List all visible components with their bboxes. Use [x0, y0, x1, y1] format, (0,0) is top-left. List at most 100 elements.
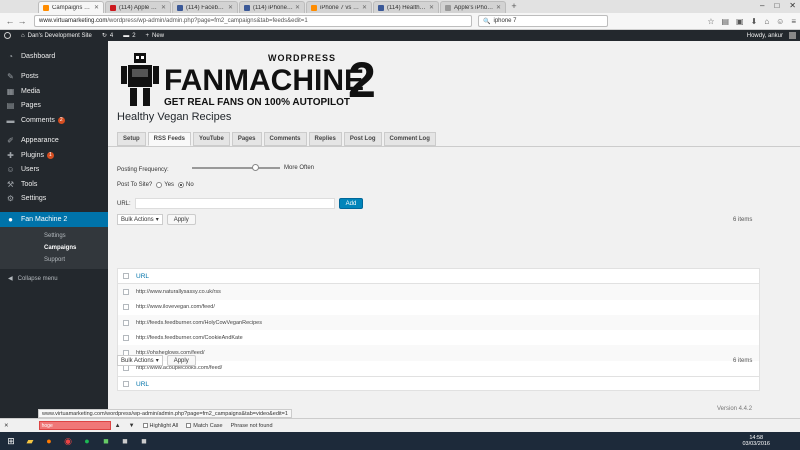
forward-icon[interactable]: → [16, 16, 28, 26]
back-icon[interactable]: ← [4, 16, 16, 26]
add-button[interactable]: Add [338, 198, 364, 209]
howdy-user[interactable]: Howdy, ankur [747, 33, 783, 39]
row-checkbox[interactable] [123, 273, 129, 280]
highlight-all-checkbox[interactable]: Highlight All [142, 423, 178, 429]
comments-link[interactable]: ▬ 2 [123, 33, 135, 39]
menu-icon[interactable]: ≡ [791, 17, 796, 26]
close-tab-icon[interactable]: ✕ [94, 4, 99, 11]
tab-post-log[interactable]: Post Log [343, 132, 382, 146]
yes-radio[interactable] [156, 182, 163, 188]
maximize-icon[interactable]: □ [774, 1, 779, 10]
slider-handle[interactable] [252, 164, 260, 171]
sidebar-item-posts[interactable]: ✎ Posts [0, 70, 108, 85]
close-tab-icon[interactable]: ✕ [295, 4, 300, 11]
close-find-icon[interactable]: ✕ [4, 423, 9, 429]
row-checkbox[interactable] [123, 304, 129, 311]
browser-tab[interactable]: Campaigns ‹ Dan's Developme✕ [38, 1, 104, 13]
lock-icon[interactable]: ▣ [736, 17, 744, 26]
close-window-icon[interactable]: ✕ [789, 1, 796, 10]
tab-rss-feeds[interactable]: RSS Feeds [147, 132, 192, 146]
bulk-actions-select[interactable]: Bulk Actions ▾ [117, 214, 163, 225]
bulk-actions-select-bottom[interactable]: Bulk Actions ▾ [117, 355, 163, 366]
download-icon[interactable]: ⬇ [751, 17, 758, 26]
fan-machine-icon: ● [8, 214, 13, 224]
close-tab-icon[interactable]: ✕ [496, 4, 501, 11]
new-tab-button[interactable]: + [507, 1, 521, 13]
sidebar-item-fan-machine-2[interactable]: ● Fan Machine 2 [0, 212, 108, 227]
find-previous-icon[interactable]: ▲ [115, 423, 121, 429]
browser-tab[interactable]: (114) iPhone 7 Rumours✕ [239, 1, 305, 13]
no-radio[interactable] [178, 182, 185, 188]
find-input[interactable]: hoge [38, 421, 111, 430]
row-checkbox[interactable] [123, 334, 129, 341]
refresh-icon: ↻ [101, 33, 107, 39]
avatar[interactable] [789, 32, 796, 39]
posting-frequency-slider[interactable] [192, 164, 280, 171]
apply-button[interactable]: Apply [166, 214, 196, 225]
row-checkbox[interactable] [123, 365, 129, 372]
wp-logo-icon[interactable] [4, 32, 11, 39]
submenu-item-settings[interactable]: Settings [0, 230, 108, 242]
apply-button-bottom[interactable]: Apply [166, 355, 196, 366]
minimize-icon[interactable]: – [760, 1, 764, 10]
firefox-icon[interactable]: ● [42, 434, 56, 448]
logo-top-text: WORDPRESS [268, 53, 336, 63]
close-tab-icon[interactable]: ✕ [362, 4, 367, 11]
find-next-icon[interactable]: ▼ [129, 423, 135, 429]
collapse-menu-button[interactable]: ◀ Collapse menu [0, 272, 108, 286]
browser-tab[interactable]: iPhone 7 vs Samsung Gal✕ [306, 1, 372, 13]
url-cell: http://www.ilovevegan.com/feed/ [136, 304, 215, 311]
find-status: Phrase not found [230, 422, 273, 429]
folder-icon[interactable]: ▰ [23, 434, 37, 448]
tab-divider [108, 146, 800, 147]
match-case-checkbox[interactable]: Match Case [186, 423, 223, 429]
row-checkbox[interactable] [123, 381, 129, 388]
tab-setup[interactable]: Setup [117, 132, 146, 146]
close-tab-icon[interactable]: ✕ [429, 4, 434, 11]
browser-tab[interactable]: Apple's iPhone 7 expecte✕ [440, 1, 506, 13]
new-content-link[interactable]: + New [146, 33, 165, 39]
submenu-item-campaigns[interactable]: Campaigns [0, 242, 108, 254]
tab-youtube[interactable]: YouTube [193, 132, 230, 146]
browser-tab[interactable]: (114) Healthy Vegan Reci✕ [373, 1, 439, 13]
tab-comments[interactable]: Comments [263, 132, 307, 146]
sidebar-item-appearance[interactable]: ✐ Appearance [0, 134, 108, 149]
app-icon[interactable]: ■ [118, 434, 132, 448]
sidebar-item-media[interactable]: ▦ Media [0, 84, 108, 99]
close-tab-icon[interactable]: ✕ [161, 4, 166, 11]
clipboard-icon[interactable]: ▤ [721, 17, 729, 26]
app-icon[interactable]: ■ [137, 434, 151, 448]
camtasia-icon[interactable]: ■ [99, 434, 113, 448]
sidebar-item-pages[interactable]: ▤ Pages [0, 99, 108, 114]
sidebar-item-dashboard[interactable]: ◔ Dashboard [0, 49, 108, 64]
row-checkbox[interactable] [123, 319, 129, 326]
site-name-link[interactable]: ⌂ Dan's Development Site [21, 33, 92, 39]
chrome-icon[interactable]: ◉ [61, 434, 75, 448]
url-input[interactable] [134, 198, 335, 209]
posting-frequency-slider-row: More Often [188, 164, 314, 171]
tab-pages[interactable]: Pages [231, 132, 262, 146]
tab-comment-log[interactable]: Comment Log [383, 132, 436, 146]
smiley-icon[interactable]: ☺ [776, 17, 784, 26]
windows-start-icon[interactable]: ⊞ [4, 434, 18, 448]
sidebar-item-settings[interactable]: ⚙ Settings [0, 192, 108, 207]
sidebar-item-comments[interactable]: ▬ Comments 2 [0, 113, 108, 128]
sidebar-item-plugins[interactable]: ✚ Plugins 1 [0, 148, 108, 163]
spotify-icon[interactable]: ● [80, 434, 94, 448]
bulk-actions-value: Bulk Actions [121, 216, 154, 223]
address-bar[interactable]: www.virtuamarketing.com/wordpress/wp-adm… [34, 15, 472, 27]
comments-count: 2 [132, 32, 136, 39]
star-icon[interactable]: ☆ [707, 17, 714, 26]
sidebar-item-users[interactable]: ☺ Users [0, 163, 108, 178]
updates-link[interactable]: ↻ 4 [101, 32, 113, 40]
browser-tab[interactable]: (114) Apple BuAs - https:✕ [105, 1, 171, 13]
browser-tab[interactable]: (114) Facebook ✕ [172, 1, 238, 13]
row-checkbox[interactable] [123, 288, 129, 295]
close-tab-icon[interactable]: ✕ [228, 4, 233, 11]
browser-search-input[interactable]: 🔍 iphone 7 [478, 15, 608, 27]
home-icon[interactable]: ⌂ [764, 17, 769, 26]
submenu-item-support[interactable]: Support [0, 254, 108, 266]
sidebar-item-tools[interactable]: ⚒ Tools [0, 177, 108, 192]
bulk-actions-value: Bulk Actions [121, 357, 154, 364]
tab-replies[interactable]: Replies [308, 132, 342, 146]
